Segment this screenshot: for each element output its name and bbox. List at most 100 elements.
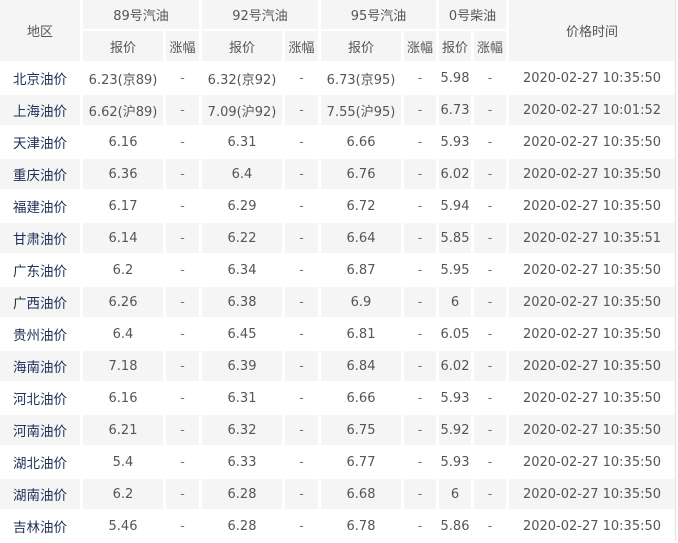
change-92-cell: - [285, 127, 318, 157]
price-0-cell: 5.85 [439, 223, 471, 253]
table-row: 河北油价 6.16-6.31-6.66-5.93-2020-02-27 10:35… [0, 383, 675, 413]
price-92-cell: 6.31 [202, 127, 282, 157]
price-89-cell: 7.18 [83, 351, 163, 381]
change-0-cell: - [474, 479, 506, 509]
header-group-95: 95号汽油 [321, 0, 436, 29]
price-time-cell: 2020-02-27 10:01:52 [509, 95, 675, 125]
table-row: 北京油价 6.23(京89) -6.32(京92) -6.73(京95) -5.98-2… [0, 63, 675, 93]
change-89-cell: - [166, 159, 199, 189]
price-92-cell: 6.32 [202, 415, 282, 445]
price-time-cell: 2020-02-27 10:35:50 [509, 127, 675, 157]
region-cell[interactable]: 河北油价 [0, 383, 80, 413]
region-cell[interactable]: 海南油价 [0, 351, 80, 381]
table-row: 广东油价 6.2-6.34-6.87-5.95-2020-02-27 10:35:… [0, 255, 675, 285]
change-89-cell: - [166, 127, 199, 157]
price-0-cell: 5.92 [439, 415, 471, 445]
price-time-cell: 2020-02-27 10:35:50 [509, 351, 675, 381]
region-cell[interactable]: 天津油价 [0, 127, 80, 157]
change-95-cell: - [404, 447, 436, 477]
price-92-cell: 6.4 [202, 159, 282, 189]
table-row: 湖北油价 5.4-6.33-6.77-5.93-2020-02-27 10:35:… [0, 447, 675, 477]
region-cell[interactable]: 湖北油价 [0, 447, 80, 477]
change-0-cell: - [474, 447, 506, 477]
region-cell[interactable]: 甘肃油价 [0, 223, 80, 253]
header-price-time: 价格时间 [509, 0, 675, 61]
change-95-cell: - [404, 191, 436, 221]
price-time-cell: 2020-02-27 10:35:50 [509, 415, 675, 445]
table-row: 上海油价 6.62(沪89) -7.09(沪92) -7.55(沪95) -6.73-2… [0, 95, 675, 125]
region-cell[interactable]: 福建油价 [0, 191, 80, 221]
change-92-cell: - [285, 511, 318, 541]
price-92-cell: 6.45 [202, 319, 282, 349]
change-89-cell: - [166, 511, 199, 541]
price-89-cell: 5.46 [83, 511, 163, 541]
price-0-cell: 5.93 [439, 447, 471, 477]
price-92-cell: 7.09(沪92) [202, 95, 282, 125]
price-95-cell: 7.55(沪95) [321, 95, 401, 125]
price-time-cell: 2020-02-27 10:35:50 [509, 511, 675, 541]
region-cell[interactable]: 贵州油价 [0, 319, 80, 349]
header-change-95: 涨幅 [404, 31, 436, 61]
region-cell[interactable]: 北京油价 [0, 63, 80, 93]
region-cell[interactable]: 广东油价 [0, 255, 80, 285]
region-cell[interactable]: 重庆油价 [0, 159, 80, 189]
price-time-cell: 2020-02-27 10:35:50 [509, 159, 675, 189]
change-92-cell: - [285, 95, 318, 125]
price-92-cell: 6.22 [202, 223, 282, 253]
change-92-cell: - [285, 287, 318, 317]
price-92-cell: 6.33 [202, 447, 282, 477]
header-change-0: 涨幅 [474, 31, 506, 61]
table-row: 广西油价 6.26-6.38-6.9-6-2020-02-27 10:35:50 [0, 287, 675, 317]
change-89-cell: - [166, 63, 199, 93]
price-0-cell: 6.05 [439, 319, 471, 349]
change-0-cell: - [474, 95, 506, 125]
price-0-cell: 5.95 [439, 255, 471, 285]
change-89-cell: - [166, 447, 199, 477]
price-92-cell: 6.38 [202, 287, 282, 317]
change-92-cell: - [285, 447, 318, 477]
change-0-cell: - [474, 511, 506, 541]
region-cell[interactable]: 湖南油价 [0, 479, 80, 509]
change-89-cell: - [166, 287, 199, 317]
region-cell[interactable]: 吉林油价 [0, 511, 80, 541]
table-row: 河南油价 6.21-6.32-6.75-5.92-2020-02-27 10:35… [0, 415, 675, 445]
region-cell[interactable]: 上海油价 [0, 95, 80, 125]
price-89-cell: 6.21 [83, 415, 163, 445]
change-89-cell: - [166, 383, 199, 413]
price-0-cell: 6.73 [439, 95, 471, 125]
price-95-cell: 6.64 [321, 223, 401, 253]
change-92-cell: - [285, 383, 318, 413]
change-89-cell: - [166, 479, 199, 509]
change-0-cell: - [474, 127, 506, 157]
region-cell[interactable]: 河南油价 [0, 415, 80, 445]
price-89-cell: 6.62(沪89) [83, 95, 163, 125]
change-95-cell: - [404, 223, 436, 253]
change-95-cell: - [404, 511, 436, 541]
change-0-cell: - [474, 383, 506, 413]
header-price-92: 报价 [202, 31, 282, 61]
price-95-cell: 6.68 [321, 479, 401, 509]
table-header: 地区 89号汽油 92号汽油 95号汽油 0号柴油 价格时间 报价 涨幅 报价 … [0, 0, 675, 61]
price-92-cell: 6.32(京92) [202, 63, 282, 93]
table-row: 吉林油价 5.46-6.28-6.78-5.86-2020-02-27 10:35… [0, 511, 675, 541]
price-92-cell: 6.31 [202, 383, 282, 413]
region-cell[interactable]: 广西油价 [0, 287, 80, 317]
header-price-89: 报价 [83, 31, 163, 61]
header-group-92: 92号汽油 [202, 0, 318, 29]
price-95-cell: 6.87 [321, 255, 401, 285]
price-time-cell: 2020-02-27 10:35:50 [509, 383, 675, 413]
price-0-cell: 6.02 [439, 159, 471, 189]
price-time-cell: 2020-02-27 10:35:50 [509, 255, 675, 285]
table-body: 北京油价 6.23(京89) -6.32(京92) -6.73(京95) -5.98-2… [0, 63, 675, 541]
price-0-cell: 5.93 [439, 383, 471, 413]
change-89-cell: - [166, 255, 199, 285]
price-time-cell: 2020-02-27 10:35:50 [509, 287, 675, 317]
change-92-cell: - [285, 63, 318, 93]
price-95-cell: 6.81 [321, 319, 401, 349]
price-92-cell: 6.34 [202, 255, 282, 285]
change-0-cell: - [474, 319, 506, 349]
change-92-cell: - [285, 351, 318, 381]
price-time-cell: 2020-02-27 10:35:50 [509, 191, 675, 221]
table-row: 福建油价 6.17-6.29-6.72-5.94-2020-02-27 10:35… [0, 191, 675, 221]
change-95-cell: - [404, 63, 436, 93]
